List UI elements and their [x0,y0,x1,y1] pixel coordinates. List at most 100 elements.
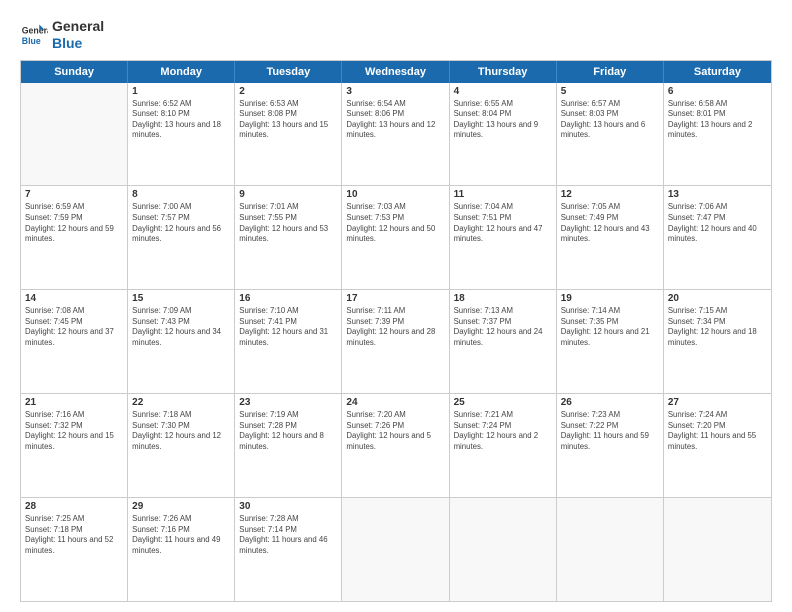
calendar-cell-day-26: 26 Sunrise: 7:23 AMSunset: 7:22 PMDayligh… [557,394,664,497]
calendar-cell-empty [664,498,771,601]
day-number: 28 [25,501,123,512]
calendar-cell-day-18: 18Sunrise: 7:13 AMSunset: 7:37 PMDayligh… [450,290,557,393]
header: General Blue General Blue [20,18,772,52]
day-number: 29 [132,501,230,512]
day-number: 22 [132,397,230,408]
cell-detail: Sunrise: 7:11 AMSunset: 7:39 PMDaylight:… [346,306,444,348]
calendar-cell-day-6: 6 Sunrise: 6:58 AMSunset: 8:01 PMDaylight… [664,83,771,186]
day-number: 3 [346,86,444,97]
cell-detail: Sunrise: 7:09 AMSunset: 7:43 PMDaylight:… [132,306,230,348]
cell-detail: Sunrise: 6:53 AMSunset: 8:08 PMDaylight:… [239,99,337,141]
day-number: 20 [668,293,767,304]
calendar-cell-day-30: 30Sunrise: 7:28 AMSunset: 7:14 PMDayligh… [235,498,342,601]
calendar-body: 1 Sunrise: 6:52 AMSunset: 8:10 PMDaylight… [21,83,771,601]
weekday-header-thursday: Thursday [450,61,557,83]
calendar-cell-empty [21,83,128,186]
calendar-row-4: 21 Sunrise: 7:16 AMSunset: 7:32 PMDayligh… [21,393,771,497]
weekday-header-tuesday: Tuesday [235,61,342,83]
weekday-header-saturday: Saturday [664,61,771,83]
day-number: 27 [668,397,767,408]
day-number: 16 [239,293,337,304]
cell-detail: Sunrise: 6:57 AMSunset: 8:03 PMDaylight:… [561,99,659,141]
logo: General Blue General Blue [20,18,104,52]
day-number: 14 [25,293,123,304]
calendar-cell-day-25: 25 Sunrise: 7:21 AMSunset: 7:24 PMDayligh… [450,394,557,497]
calendar-cell-day-20: 20 Sunrise: 7:15 AMSunset: 7:34 PMDayligh… [664,290,771,393]
cell-detail: Sunrise: 7:16 AMSunset: 7:32 PMDaylight:… [25,410,123,452]
calendar-cell-empty [342,498,449,601]
cell-detail: Sunrise: 6:59 AMSunset: 7:59 PMDaylight:… [25,202,123,244]
cell-detail: Sunrise: 7:04 AMSunset: 7:51 PMDaylight:… [454,202,552,244]
calendar-cell-day-15: 15 Sunrise: 7:09 AMSunset: 7:43 PMDayligh… [128,290,235,393]
day-number: 4 [454,86,552,97]
day-number: 25 [454,397,552,408]
calendar-cell-day-22: 22 Sunrise: 7:18 AMSunset: 7:30 PMDayligh… [128,394,235,497]
cell-detail: Sunrise: 7:10 AMSunset: 7:41 PMDaylight:… [239,306,337,348]
day-number: 12 [561,189,659,200]
cell-detail: Sunrise: 7:06 AMSunset: 7:47 PMDaylight:… [668,202,767,244]
cell-detail: Sunrise: 7:23 AMSunset: 7:22 PMDaylight:… [561,410,659,452]
cell-detail: Sunrise: 7:00 AMSunset: 7:57 PMDaylight:… [132,202,230,244]
calendar-cell-day-14: 14 Sunrise: 7:08 AMSunset: 7:45 PMDayligh… [21,290,128,393]
calendar-cell-day-29: 29 Sunrise: 7:26 AMSunset: 7:16 PMDayligh… [128,498,235,601]
day-number: 13 [668,189,767,200]
cell-detail: Sunrise: 7:05 AMSunset: 7:49 PMDaylight:… [561,202,659,244]
calendar: SundayMondayTuesdayWednesdayThursdayFrid… [20,60,772,602]
calendar-cell-day-5: 5 Sunrise: 6:57 AMSunset: 8:03 PMDaylight… [557,83,664,186]
calendar-row-1: 1 Sunrise: 6:52 AMSunset: 8:10 PMDaylight… [21,83,771,186]
day-number: 21 [25,397,123,408]
day-number: 9 [239,189,337,200]
calendar-cell-day-8: 8Sunrise: 7:00 AMSunset: 7:57 PMDaylight… [128,186,235,289]
calendar-cell-day-13: 13 Sunrise: 7:06 AMSunset: 7:47 PMDayligh… [664,186,771,289]
day-number: 1 [132,86,230,97]
calendar-cell-day-2: 2 Sunrise: 6:53 AMSunset: 8:08 PMDaylight… [235,83,342,186]
cell-detail: Sunrise: 7:15 AMSunset: 7:34 PMDaylight:… [668,306,767,348]
day-number: 17 [346,293,444,304]
cell-detail: Sunrise: 7:24 AMSunset: 7:20 PMDaylight:… [668,410,767,452]
day-number: 15 [132,293,230,304]
calendar-cell-day-16: 16 Sunrise: 7:10 AMSunset: 7:41 PMDayligh… [235,290,342,393]
day-number: 10 [346,189,444,200]
calendar-cell-day-10: 10Sunrise: 7:03 AMSunset: 7:53 PMDayligh… [342,186,449,289]
calendar-cell-day-23: 23 Sunrise: 7:19 AMSunset: 7:28 PMDayligh… [235,394,342,497]
calendar-cell-day-28: 28 Sunrise: 7:25 AMSunset: 7:18 PMDayligh… [21,498,128,601]
calendar-cell-day-4: 4Sunrise: 6:55 AMSunset: 8:04 PMDaylight… [450,83,557,186]
cell-detail: Sunrise: 7:18 AMSunset: 7:30 PMDaylight:… [132,410,230,452]
svg-text:General: General [22,25,48,35]
day-number: 23 [239,397,337,408]
calendar-cell-day-7: 7 Sunrise: 6:59 AMSunset: 7:59 PMDaylight… [21,186,128,289]
day-number: 5 [561,86,659,97]
calendar-cell-day-21: 21 Sunrise: 7:16 AMSunset: 7:32 PMDayligh… [21,394,128,497]
calendar-cell-day-27: 27 Sunrise: 7:24 AMSunset: 7:20 PMDayligh… [664,394,771,497]
calendar-cell-day-1: 1 Sunrise: 6:52 AMSunset: 8:10 PMDaylight… [128,83,235,186]
calendar-cell-empty [557,498,664,601]
calendar-row-5: 28 Sunrise: 7:25 AMSunset: 7:18 PMDayligh… [21,497,771,601]
day-number: 6 [668,86,767,97]
weekday-header-monday: Monday [128,61,235,83]
day-number: 7 [25,189,123,200]
calendar-row-3: 14 Sunrise: 7:08 AMSunset: 7:45 PMDayligh… [21,289,771,393]
calendar-cell-day-3: 3 Sunrise: 6:54 AMSunset: 8:06 PMDaylight… [342,83,449,186]
weekday-header-sunday: Sunday [21,61,128,83]
cell-detail: Sunrise: 7:26 AMSunset: 7:16 PMDaylight:… [132,514,230,556]
cell-detail: Sunrise: 7:14 AMSunset: 7:35 PMDaylight:… [561,306,659,348]
calendar-cell-day-19: 19 Sunrise: 7:14 AMSunset: 7:35 PMDayligh… [557,290,664,393]
cell-detail: Sunrise: 7:13 AMSunset: 7:37 PMDaylight:… [454,306,552,348]
day-number: 2 [239,86,337,97]
cell-detail: Sunrise: 6:58 AMSunset: 8:01 PMDaylight:… [668,99,767,141]
cell-detail: Sunrise: 6:52 AMSunset: 8:10 PMDaylight:… [132,99,230,141]
day-number: 24 [346,397,444,408]
cell-detail: Sunrise: 7:25 AMSunset: 7:18 PMDaylight:… [25,514,123,556]
cell-detail: Sunrise: 7:21 AMSunset: 7:24 PMDaylight:… [454,410,552,452]
weekday-header-wednesday: Wednesday [342,61,449,83]
calendar-cell-day-12: 12 Sunrise: 7:05 AMSunset: 7:49 PMDayligh… [557,186,664,289]
svg-text:Blue: Blue [22,36,41,46]
cell-detail: Sunrise: 7:08 AMSunset: 7:45 PMDaylight:… [25,306,123,348]
cell-detail: Sunrise: 7:01 AMSunset: 7:55 PMDaylight:… [239,202,337,244]
cell-detail: Sunrise: 6:54 AMSunset: 8:06 PMDaylight:… [346,99,444,141]
day-number: 26 [561,397,659,408]
logo-text: General Blue [52,18,104,52]
day-number: 19 [561,293,659,304]
day-number: 30 [239,501,337,512]
cell-detail: Sunrise: 7:19 AMSunset: 7:28 PMDaylight:… [239,410,337,452]
